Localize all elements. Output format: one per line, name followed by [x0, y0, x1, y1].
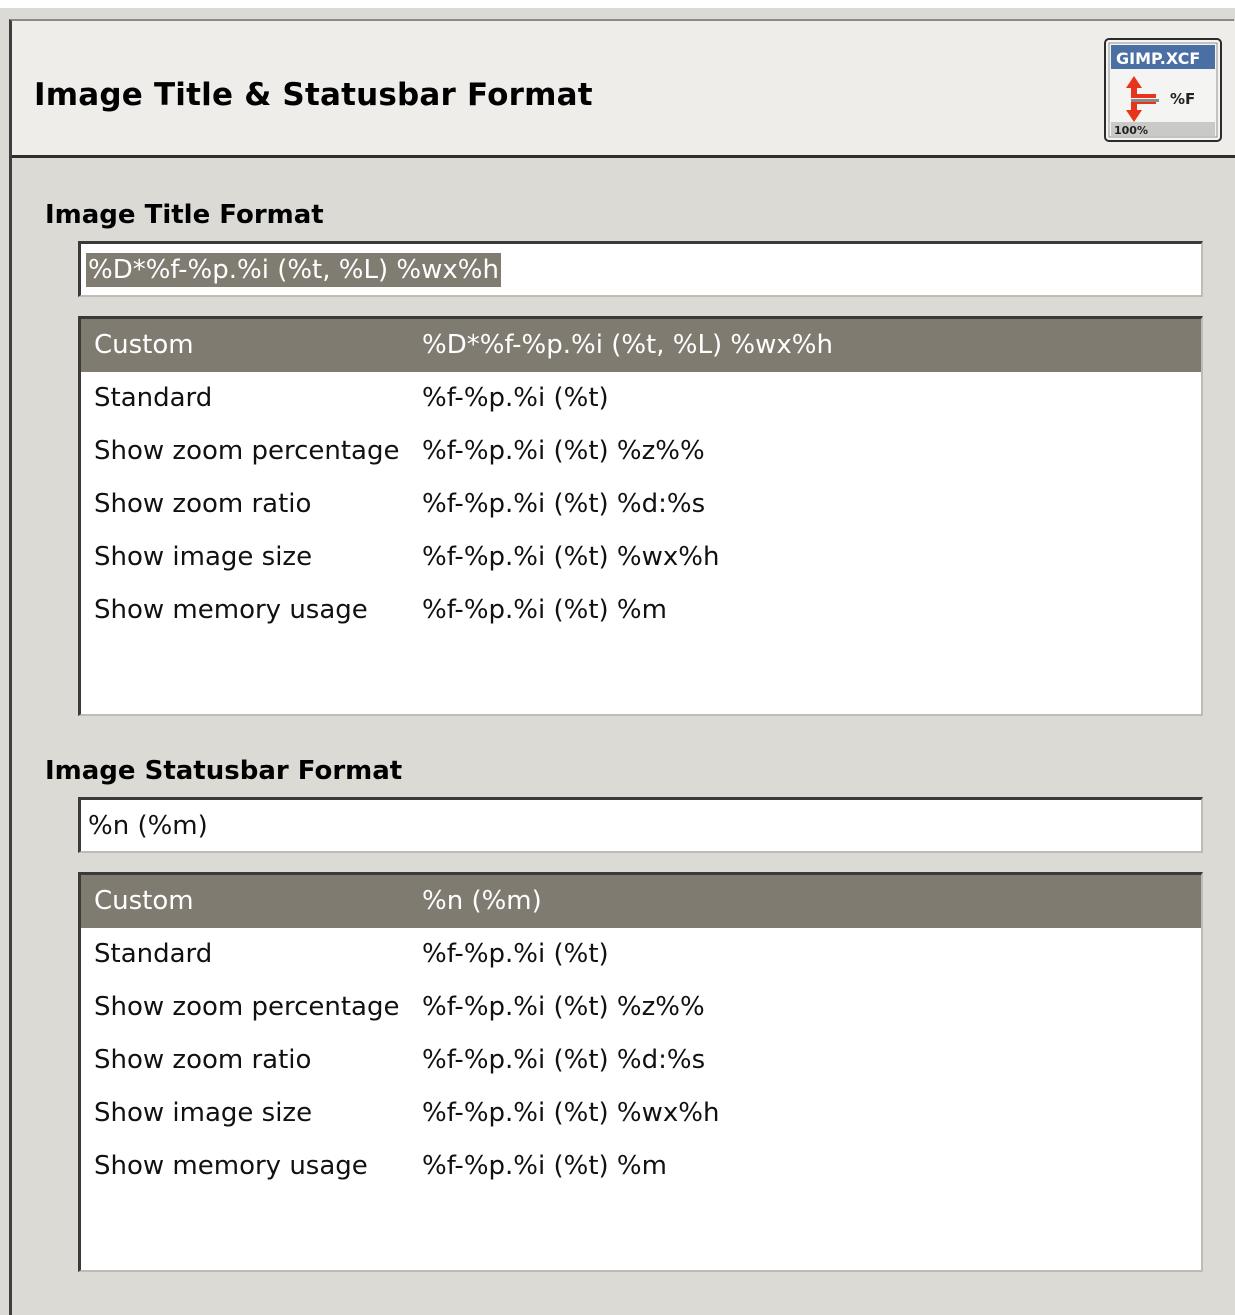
statusbar-format-label: Image Statusbar Format [45, 756, 403, 786]
format-option-row[interactable]: Show zoom ratio %f-%p.%i (%t) %d:%s [81, 478, 1201, 531]
icon-label-bottom: 100% [1114, 124, 1148, 137]
format-option-pattern: %f-%p.%i (%t) [422, 383, 609, 413]
statusbar-format-list[interactable]: Custom %n (%m) Standard %f-%p.%i (%t) Show z… [78, 872, 1203, 1272]
icon-label-right: %F [1170, 90, 1195, 108]
format-option-name: Show zoom ratio [94, 1045, 312, 1075]
format-option-name: Show zoom percentage [94, 992, 400, 1022]
format-option-pattern: %f-%p.%i (%t) %d:%s [422, 1045, 706, 1075]
page-title: Image Title & Statusbar Format [34, 77, 593, 113]
format-option-pattern: %n (%m) [422, 886, 542, 916]
format-option-name: Custom [94, 886, 194, 916]
format-option-pattern: %f-%p.%i (%t) %wx%h [422, 542, 720, 572]
format-option-name: Show zoom ratio [94, 489, 312, 519]
format-option-row[interactable]: Standard %f-%p.%i (%t) [81, 928, 1201, 981]
format-option-row[interactable]: Show zoom percentage %f-%p.%i (%t) %z%% [81, 981, 1201, 1034]
format-option-pattern: %f-%p.%i (%t) %z%% [422, 992, 705, 1022]
format-option-pattern: %f-%p.%i (%t) [422, 939, 609, 969]
format-option-row[interactable]: Show zoom ratio %f-%p.%i (%t) %d:%s [81, 1034, 1201, 1087]
icon-label-top: GIMP.XCF [1116, 49, 1200, 68]
title-format-input[interactable]: %D*%f-%p.%i (%t, %L) %wx%h [78, 241, 1203, 297]
format-option-pattern: %f-%p.%i (%t) %d:%s [422, 489, 706, 519]
gimp-xcf-format-icon: GIMP.XCF %F 100% [1104, 38, 1222, 142]
format-option-name: Custom [94, 330, 194, 360]
format-option-name: Show image size [94, 542, 313, 572]
format-option-name: Show image size [94, 1098, 313, 1128]
format-option-pattern: %f-%p.%i (%t) %m [422, 1151, 667, 1181]
format-option-name: Show zoom percentage [94, 436, 400, 466]
statusbar-format-input[interactable]: %n (%m) [78, 797, 1203, 853]
format-option-row[interactable]: Show zoom percentage %f-%p.%i (%t) %z%% [81, 425, 1201, 478]
format-option-pattern: %f-%p.%i (%t) %wx%h [422, 1098, 720, 1128]
format-option-name: Standard [94, 939, 213, 969]
format-option-pattern: %f-%p.%i (%t) %m [422, 595, 667, 625]
format-option-pattern: %f-%p.%i (%t) %z%% [422, 436, 705, 466]
statusbar-format-input-value: %n (%m) [88, 811, 208, 841]
format-option-row[interactable]: Standard %f-%p.%i (%t) [81, 372, 1201, 425]
title-format-label: Image Title Format [45, 200, 324, 230]
format-option-row[interactable]: Show memory usage %f-%p.%i (%t) %m [81, 584, 1201, 637]
format-option-row[interactable]: Custom %D*%f-%p.%i (%t, %L) %wx%h [81, 319, 1201, 372]
format-option-pattern: %D*%f-%p.%i (%t, %L) %wx%h [422, 330, 833, 360]
format-option-name: Standard [94, 383, 213, 413]
format-option-row[interactable]: Show image size %f-%p.%i (%t) %wx%h [81, 1087, 1201, 1140]
page-header: Image Title & Statusbar Format [12, 21, 1235, 158]
title-format-input-value: %D*%f-%p.%i (%t, %L) %wx%h [86, 253, 501, 287]
format-option-name: Show memory usage [94, 595, 368, 625]
format-option-row[interactable]: Custom %n (%m) [81, 875, 1201, 928]
title-format-list[interactable]: Custom %D*%f-%p.%i (%t, %L) %wx%h Standard… [78, 316, 1203, 716]
format-option-row[interactable]: Show memory usage %f-%p.%i (%t) %m [81, 1140, 1201, 1193]
format-option-name: Show memory usage [94, 1151, 368, 1181]
window-top-edge [0, 0, 1235, 8]
format-option-row[interactable]: Show image size %f-%p.%i (%t) %wx%h [81, 531, 1201, 584]
